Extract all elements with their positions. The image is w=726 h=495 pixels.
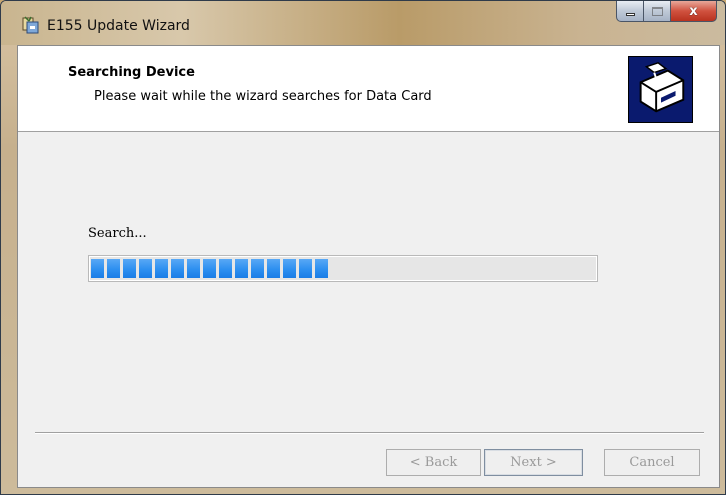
wizard-header: Searching Device Please wait while the w… — [18, 46, 719, 132]
title-bar[interactable]: E155 Update Wizard x — [1, 1, 725, 45]
progress-segment — [251, 259, 264, 278]
progress-segment — [187, 259, 200, 278]
progress-segment — [139, 259, 152, 278]
footer-divider — [35, 432, 704, 434]
progress-segment — [203, 259, 216, 278]
close-icon: x — [689, 3, 698, 19]
progress-segment — [91, 259, 104, 278]
minimize-icon — [625, 13, 635, 16]
page-subtitle: Please wait while the wizard searches fo… — [94, 89, 432, 104]
search-progress-bar — [88, 255, 598, 282]
progress-fill — [91, 259, 595, 278]
next-button[interactable]: Next > — [484, 449, 583, 476]
close-button[interactable]: x — [671, 1, 717, 22]
progress-segment — [123, 259, 136, 278]
progress-segment — [283, 259, 296, 278]
progress-segment — [299, 259, 312, 278]
window-title: E155 Update Wizard — [47, 18, 190, 34]
progress-segment — [171, 259, 184, 278]
wizard-client-area: Searching Device Please wait while the w… — [17, 45, 720, 488]
progress-segment — [107, 259, 120, 278]
progress-segment — [219, 259, 232, 278]
minimize-button[interactable] — [616, 1, 644, 22]
maximize-icon — [651, 6, 663, 16]
progress-segment — [235, 259, 248, 278]
page-title: Searching Device — [68, 65, 195, 80]
wizard-window: E155 Update Wizard x Searching Device Pl… — [0, 0, 726, 495]
progress-segment — [155, 259, 168, 278]
computer-drive-icon — [628, 56, 693, 123]
search-status-text: Search... — [88, 226, 147, 241]
maximize-button — [644, 1, 671, 22]
progress-segment — [267, 259, 280, 278]
progress-segment — [315, 259, 328, 278]
caption-buttons: x — [616, 1, 717, 23]
cancel-button[interactable]: Cancel — [604, 449, 700, 476]
back-button[interactable]: < Back — [386, 449, 481, 476]
installer-icon — [22, 16, 39, 34]
